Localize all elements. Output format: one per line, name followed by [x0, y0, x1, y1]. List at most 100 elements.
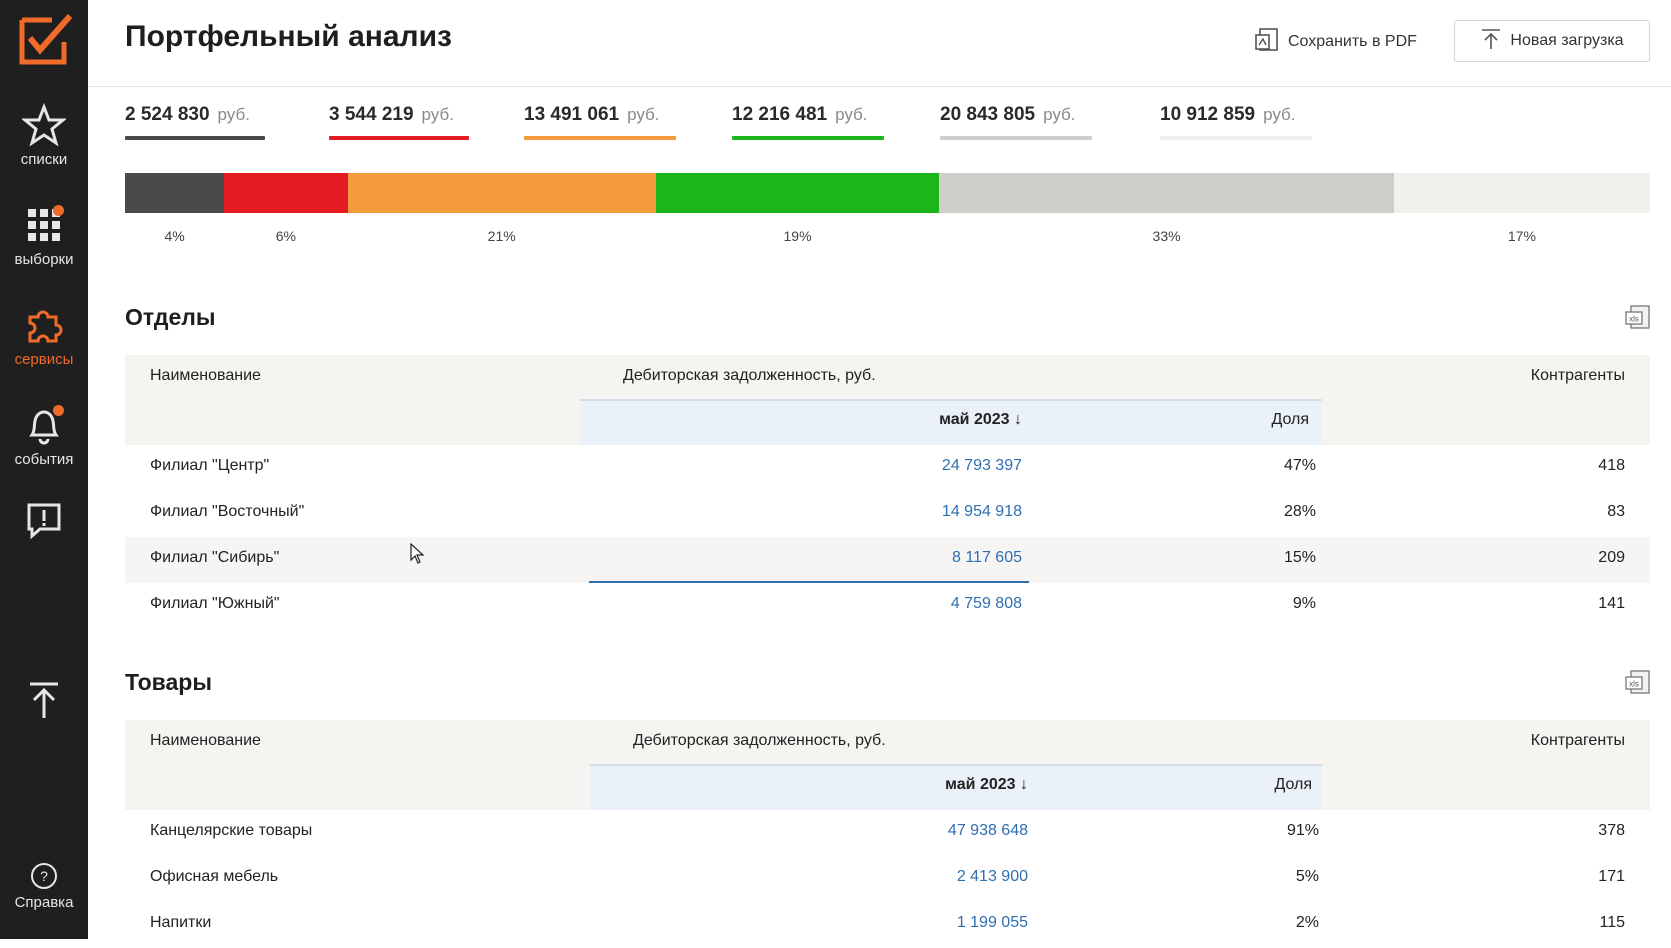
sidebar-item-lists[interactable]: списки	[0, 102, 88, 168]
row-share: 15%	[1283, 549, 1316, 566]
sidebar-item-events[interactable]: события	[0, 403, 88, 468]
sidebar-item-help[interactable]: ? Справка	[0, 862, 88, 911]
column-header-share: Доля	[1271, 411, 1309, 428]
summary-amount[interactable]: 2 524 830 руб.	[125, 104, 265, 140]
sidebar-item-label: выборки	[14, 251, 74, 268]
currency-label: руб.	[835, 105, 868, 124]
distribution-segment[interactable]	[125, 173, 225, 213]
sidebar-item-upload[interactable]	[0, 678, 88, 726]
upload-arrow-icon	[1480, 28, 1510, 55]
sidebar-item-label: события	[14, 451, 74, 468]
save-pdf-label: Сохранить в PDF	[1288, 33, 1417, 50]
upload-arrow-icon	[22, 678, 66, 722]
table-row[interactable]: Филиал "Южный" 4 759 808 9% 141	[125, 583, 1650, 629]
row-counterparties: 209	[1598, 549, 1625, 566]
row-amount-link[interactable]: 2 413 900	[957, 868, 1028, 886]
row-amount-link[interactable]: 4 759 808	[951, 595, 1022, 613]
column-header-debt: Дебиторская задолженность, руб.	[623, 367, 876, 384]
xls-export-icon[interactable]: xls	[1625, 304, 1651, 330]
notification-badge	[53, 405, 64, 416]
logo-checkmark-icon[interactable]	[18, 10, 74, 66]
mouse-cursor-icon	[410, 542, 426, 570]
sidebar: списки выборки сервисы события ? Справка	[0, 0, 88, 939]
distribution-segment[interactable]	[939, 173, 1394, 213]
sort-column-may-2023[interactable]: май 2023 ↓	[939, 411, 1022, 429]
sidebar-item-selections[interactable]: выборки	[0, 203, 88, 268]
row-amount-link[interactable]: 24 793 397	[942, 457, 1022, 475]
products-title: Товары	[125, 669, 212, 695]
distribution-percent-label: 6%	[275, 228, 296, 244]
row-name: Филиал "Южный"	[150, 595, 280, 612]
summary-amount[interactable]: 10 912 859 руб.	[1160, 104, 1312, 140]
xls-export-icon[interactable]: xls	[1625, 669, 1651, 695]
table-row[interactable]: Филиал "Восточный" 14 954 918 28% 83	[125, 491, 1650, 537]
currency-label: руб.	[421, 105, 454, 124]
table-row[interactable]: Офисная мебель 2 413 900 5% 171	[125, 856, 1650, 902]
column-header-name: Наименование	[150, 732, 261, 749]
row-share: 2%	[1295, 914, 1319, 931]
currency-label: руб.	[1043, 105, 1076, 124]
row-share: 47%	[1283, 457, 1316, 474]
page-title: Портфельный анализ	[125, 20, 452, 53]
amount-underline	[329, 136, 469, 140]
amount-underline	[732, 136, 884, 140]
distribution-segment[interactable]	[224, 173, 348, 213]
row-share: 28%	[1283, 503, 1316, 520]
distribution-segment[interactable]	[655, 173, 940, 213]
row-share: 5%	[1295, 868, 1319, 885]
column-header-counterparties: Контрагенты	[1530, 367, 1625, 384]
table-row[interactable]: Филиал "Центр" 24 793 397 47% 418	[125, 445, 1650, 491]
sidebar-item-label: списки	[20, 151, 68, 168]
pdf-icon	[1254, 27, 1288, 58]
table-row[interactable]: Канцелярские товары 47 938 648 91% 378	[125, 810, 1650, 856]
row-share: 91%	[1286, 822, 1319, 839]
amount-value: 13 491 061	[524, 104, 620, 125]
notification-badge	[53, 205, 64, 216]
currency-label: руб.	[627, 105, 660, 124]
new-upload-button[interactable]: Новая загрузка	[1454, 20, 1650, 62]
column-header-share: Доля	[1274, 776, 1312, 793]
grid-icon	[22, 203, 66, 247]
sidebar-item-services[interactable]: сервисы	[0, 303, 88, 368]
amount-value: 2 524 830	[125, 104, 210, 125]
row-amount-link[interactable]: 8 117 605	[952, 549, 1022, 567]
help-icon: ?	[30, 862, 58, 890]
row-counterparties: 141	[1598, 595, 1625, 612]
table-row[interactable]: Напитки 1 199 055 2% 115	[125, 902, 1650, 948]
column-header-name: Наименование	[150, 367, 261, 384]
row-counterparties: 83	[1607, 503, 1625, 520]
distribution-percent-label: 33%	[1152, 228, 1181, 244]
distribution-percent-label: 4%	[164, 228, 185, 244]
row-amount-link[interactable]: 1 199 055	[957, 914, 1028, 932]
departments-table: Наименование Дебиторская задолженность, …	[125, 355, 1650, 627]
row-amount-link[interactable]: 47 938 648	[948, 822, 1028, 840]
column-header-debt: Дебиторская задолженность, руб.	[633, 732, 886, 749]
amount-value: 20 843 805	[940, 104, 1036, 125]
new-upload-label: Новая загрузка	[1510, 32, 1624, 49]
row-amount-link[interactable]: 14 954 918	[942, 503, 1022, 521]
distribution-percent-label: 21%	[487, 228, 516, 244]
summary-amount[interactable]: 12 216 481 руб.	[732, 104, 884, 140]
row-share: 9%	[1292, 595, 1316, 612]
svg-text:xls: xls	[1629, 680, 1639, 689]
sidebar-item-label: сервисы	[14, 351, 74, 368]
sort-column-may-2023[interactable]: май 2023 ↓	[945, 776, 1028, 794]
row-counterparties: 115	[1599, 914, 1625, 931]
amount-underline	[125, 136, 265, 140]
row-name: Филиал "Восточный"	[150, 503, 305, 520]
products-table: Наименование Дебиторская задолженность, …	[125, 720, 1650, 939]
row-name: Офисная мебель	[150, 868, 279, 885]
currency-label: руб.	[217, 105, 250, 124]
amount-value: 3 544 219	[329, 104, 414, 125]
summary-amount[interactable]: 3 544 219 руб.	[329, 104, 469, 140]
row-counterparties: 378	[1598, 822, 1625, 839]
distribution-segment[interactable]	[1393, 173, 1650, 213]
star-icon	[20, 102, 68, 147]
save-pdf-button[interactable]: Сохранить в PDF	[1254, 26, 1417, 58]
summary-amount[interactable]: 20 843 805 руб.	[940, 104, 1092, 140]
distribution-segment[interactable]	[347, 173, 656, 213]
sidebar-item-feedback[interactable]	[0, 498, 88, 546]
summary-amount[interactable]: 13 491 061 руб.	[524, 104, 676, 140]
distribution-percent-label: 17%	[1507, 228, 1536, 244]
table-row[interactable]: Филиал "Сибирь" 8 117 605 15% 209	[125, 537, 1650, 583]
